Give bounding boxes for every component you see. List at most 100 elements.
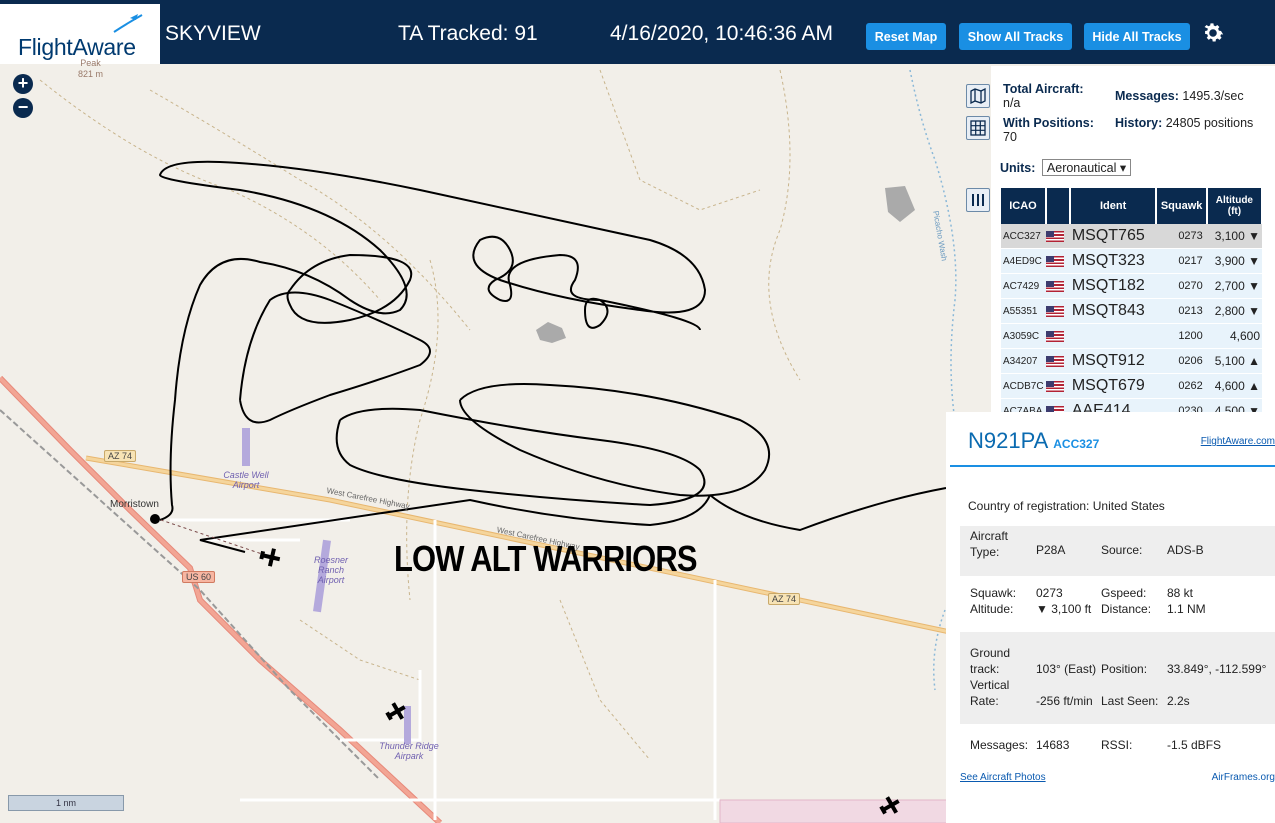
- tracked-count: TA Tracked: 91: [398, 22, 538, 45]
- ident-cell: MSQT679: [1069, 373, 1157, 399]
- messages-label: Messages:: [1115, 89, 1179, 103]
- lastseen-value: 2.2s: [1167, 694, 1190, 708]
- position-value: 33.849°, -112.599°: [1167, 662, 1267, 676]
- altitude-label: Altitude:: [970, 602, 1014, 616]
- table-row[interactable]: ACC327 MSQT765 0273 3,100 ▼: [1001, 224, 1262, 249]
- altitude-cell: 2,800 ▼: [1206, 298, 1262, 324]
- current-datetime: 4/16/2020, 10:46:36 AM: [610, 22, 834, 45]
- source-value: ADS-B: [1167, 543, 1204, 557]
- aircraft-photos-link[interactable]: See Aircraft Photos: [960, 772, 1046, 783]
- airframes-link[interactable]: AirFrames.org: [1212, 772, 1275, 783]
- table-row[interactable]: A3059C 1200 4,600: [1001, 323, 1262, 349]
- airport-label: Roesner Ranch Airport: [313, 555, 349, 585]
- map-icon[interactable]: [966, 84, 990, 108]
- aircraft-selected-icon[interactable]: [258, 546, 282, 568]
- messages-value-info: 14683: [1036, 738, 1070, 752]
- gear-icon[interactable]: [1200, 20, 1226, 46]
- zoom-in-button[interactable]: +: [13, 74, 33, 94]
- distance-label: Distance:: [1101, 602, 1152, 616]
- ident-cell: MSQT843: [1069, 298, 1157, 324]
- restricted-area: [719, 799, 949, 823]
- table-row[interactable]: A34207 MSQT912 0206 5,100 ▲: [1001, 348, 1262, 374]
- altitude-value: ▼ 3,100 ft: [1036, 602, 1092, 616]
- aircraft-panel: Total Aircraft: n/a Messages: 1495.3/sec…: [991, 66, 1275, 424]
- source-label: Source:: [1101, 543, 1143, 557]
- us-flag-icon: [1045, 355, 1064, 367]
- table-row[interactable]: A55351 MSQT843 0213 2,800 ▼: [1001, 298, 1262, 324]
- icao-cell: ACC327: [1001, 224, 1046, 249]
- squawk-cell: 0206: [1156, 348, 1207, 374]
- ident-cell: MSQT912: [1069, 348, 1157, 374]
- grid-icon[interactable]: [966, 116, 990, 140]
- distance-value: 1.1 NM: [1167, 602, 1206, 616]
- flightaware-logo[interactable]: FlightAware: [0, 4, 160, 64]
- picacho-wash: [909, 69, 961, 451]
- logo-text: FlightAware: [18, 34, 136, 60]
- aircraft-table-body: ACC327 MSQT765 0273 3,100 ▼ A4ED9C MSQT323 021…: [1001, 224, 1262, 424]
- aircraft-table: ICAO Ident Squawk Altitude (ft) ACC327 MS…: [1001, 188, 1264, 424]
- us-flag-icon: [1045, 230, 1064, 242]
- total-value: n/a: [1003, 96, 1021, 110]
- flag-cell: [1045, 298, 1070, 324]
- ident-cell: MSQT765: [1069, 224, 1157, 249]
- vrate-label: Vertical Rate:: [970, 678, 1010, 708]
- col-squawk[interactable]: Squawk: [1156, 188, 1208, 224]
- track-value: 103° (East): [1036, 662, 1097, 676]
- vrate-value: -256 ft/min: [1036, 694, 1093, 708]
- table-row[interactable]: A4ED9C MSQT323 0217 3,900 ▼: [1001, 248, 1262, 274]
- gspeed-value: 88 kt: [1167, 586, 1194, 600]
- type-value: P28A: [1036, 543, 1066, 557]
- overlay-title: LOW ALT WARRIORS: [394, 538, 698, 579]
- columns-icon[interactable]: [966, 188, 990, 212]
- icao-cell: ACDB7C: [1001, 373, 1046, 399]
- flag-cell: [1045, 348, 1070, 374]
- icao-cell: AC7429: [1001, 273, 1046, 299]
- app-title: SKYVIEW: [165, 22, 261, 45]
- altitude-cell: 2,700 ▼: [1206, 273, 1262, 299]
- pond-center: [536, 322, 566, 343]
- road-badge: AZ 74: [768, 593, 801, 605]
- town-label: Morristown: [110, 499, 159, 510]
- flightaware-link[interactable]: FlightAware.com: [1201, 436, 1275, 447]
- map-tool-icons: [966, 84, 990, 148]
- messages-value: 1495.3/sec: [1182, 89, 1244, 103]
- hide-all-tracks-button[interactable]: Hide All Tracks: [1084, 23, 1190, 50]
- table-row[interactable]: ACDB7C MSQT679 0262 4,600 ▲: [1001, 373, 1262, 399]
- zoom-out-button[interactable]: −: [13, 98, 33, 118]
- col-icao[interactable]: ICAO: [1001, 188, 1047, 224]
- track-label: Ground track:: [970, 646, 1011, 676]
- reset-map-button[interactable]: Reset Map: [866, 23, 946, 50]
- col-ident[interactable]: Ident: [1069, 188, 1158, 224]
- squawk-cell: 0217: [1156, 248, 1207, 274]
- show-all-tracks-button[interactable]: Show All Tracks: [959, 23, 1072, 50]
- squawk-value: 0273: [1036, 586, 1063, 600]
- scale-bar: 1 nm: [8, 795, 124, 811]
- country-row: Country of registration: United States: [968, 498, 1165, 514]
- pond-north: [885, 186, 915, 222]
- top-bar: FlightAware SKYVIEW TA Tracked: 91 4/16/…: [0, 0, 1275, 64]
- table-row[interactable]: AC7429 MSQT182 0270 2,700 ▼: [1001, 273, 1262, 299]
- squawk-cell: 0262: [1156, 373, 1207, 399]
- flag-cell: [1045, 373, 1070, 399]
- divider: [950, 465, 1275, 467]
- squawk-label: Squawk:: [970, 586, 1017, 600]
- rssi-label: RSSI:: [1101, 738, 1133, 752]
- messages-label-info: Messages:: [970, 738, 1029, 752]
- plane-logo-icon: [113, 14, 143, 33]
- icao-cell: A4ED9C: [1001, 248, 1046, 274]
- units-select[interactable]: Aeronautical ▾: [1041, 159, 1132, 176]
- messages-stat: Messages: 1495.3/sec: [1115, 89, 1275, 103]
- ident-cell: [1069, 323, 1157, 349]
- flag-cell: [1045, 248, 1070, 274]
- registration: N921PA ACC327: [968, 428, 1099, 454]
- col-altitude[interactable]: Altitude (ft): [1206, 188, 1264, 224]
- squawk-cell: 0273: [1156, 224, 1207, 249]
- us-flag-icon: [1045, 280, 1064, 292]
- icao-value: ACC327: [1053, 437, 1100, 451]
- country-value: United States: [1092, 499, 1165, 513]
- wash-south: [933, 609, 946, 691]
- type-label: Aircraft Type:: [970, 529, 1009, 559]
- icao-cell: A55351: [1001, 298, 1046, 324]
- runway-castle-well: [242, 428, 250, 466]
- col-flag[interactable]: [1045, 188, 1071, 224]
